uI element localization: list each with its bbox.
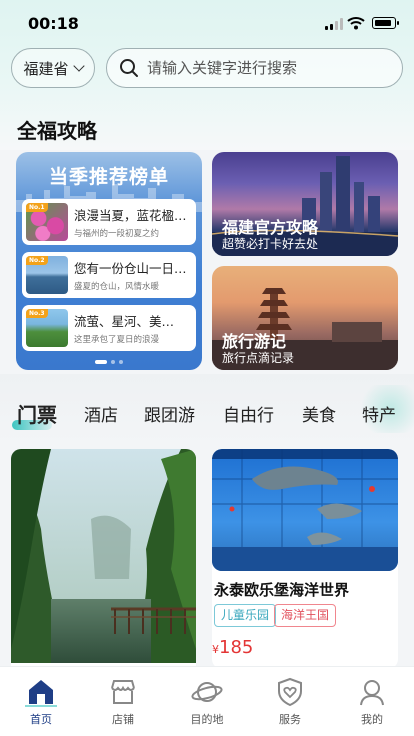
province-label: 福建省 (23, 59, 69, 78)
tab-food[interactable]: 美食 (302, 401, 336, 426)
product-title: 永泰欧乐堡海洋世界 (214, 581, 350, 599)
rank-badge: No.1 (26, 203, 48, 212)
status-time: 00:18 (28, 14, 79, 33)
promo-subtitle: 旅行点滴记录 (222, 351, 295, 365)
store-icon (111, 680, 135, 704)
signal-icon (325, 18, 343, 30)
nav-store[interactable]: 店铺 (93, 676, 153, 727)
product-tag: 儿童乐园 (214, 604, 277, 627)
product-card[interactable] (11, 449, 196, 679)
user-icon (360, 680, 384, 706)
wifi-icon (347, 17, 365, 30)
search-input[interactable] (147, 59, 387, 77)
aquarium-image (212, 449, 398, 571)
ranking-item-subtitle: 这里承包了夏日的浪漫 (74, 335, 160, 345)
canyon-image (11, 449, 196, 663)
rank-badge: No.3 (26, 309, 48, 318)
ranking-thumbnail: No.3 (26, 309, 68, 347)
ranking-item-subtitle: 与福州的一段初夏之约 (74, 229, 160, 239)
price-value: 185 (219, 637, 254, 658)
search-icon (120, 59, 138, 77)
chevron-down-icon (72, 60, 85, 72)
search-bar[interactable] (106, 48, 403, 88)
nav-label: 首页 (30, 713, 52, 726)
nav-label: 目的地 (190, 713, 224, 726)
price-currency: ¥ (212, 643, 219, 656)
ranking-item-2[interactable]: No.2 您有一份仓山一日… 盛夏的仓山，风情水暖 (22, 252, 196, 298)
nav-label: 店铺 (112, 713, 134, 726)
official-guide-card[interactable]: 福建官方攻略 超赞必打卡好去处 (212, 152, 398, 256)
product-tag: 海洋王国 (274, 604, 337, 627)
nav-profile[interactable]: 我的 (342, 676, 402, 727)
nav-service[interactable]: 服务 (260, 676, 320, 727)
status-bar: 00:18 (0, 0, 414, 48)
tab-group-tour[interactable]: 跟团游 (144, 401, 195, 426)
tab-tickets[interactable]: 门票 (17, 399, 57, 428)
ranking-thumbnail: No.1 (26, 203, 68, 241)
ranking-item-title: 流萤、星河、美… (74, 314, 175, 329)
ranking-card[interactable]: 当季推荐榜单 No.1 浪漫当夏，蓝花楹… 与福州的一段初夏之约 No.2 您有… (16, 152, 202, 370)
ranking-thumbnail: No.2 (26, 256, 68, 294)
shield-heart-icon (278, 677, 302, 707)
nav-label: 我的 (361, 713, 383, 726)
product-price: ¥185 (212, 637, 253, 658)
ranking-title: 当季推荐榜单 (48, 166, 169, 188)
ranking-item-1[interactable]: No.1 浪漫当夏，蓝花楹… 与福州的一段初夏之约 (22, 199, 196, 245)
carousel-dots (16, 360, 202, 364)
ranking-item-3[interactable]: No.3 流萤、星河、美… 这里承包了夏日的浪漫 (22, 305, 196, 351)
ranking-item-title: 您有一份仓山一日… (74, 261, 187, 276)
tab-hotel[interactable]: 酒店 (84, 401, 118, 426)
planet-icon (191, 682, 223, 702)
promo-subtitle: 超赞必打卡好去处 (222, 237, 319, 251)
nav-destination[interactable]: 目的地 (177, 676, 237, 727)
home-icon (25, 680, 57, 707)
tab-specialty[interactable]: 特产 (362, 401, 396, 426)
tab-free-travel[interactable]: 自由行 (223, 401, 274, 426)
section-title: 全福攻略 (17, 119, 97, 143)
province-selector[interactable]: 福建省 (11, 48, 95, 88)
travel-notes-card[interactable]: 旅行游记 旅行点滴记录 (212, 266, 398, 370)
category-tabs-bar (0, 374, 414, 444)
rank-badge: No.2 (26, 256, 48, 265)
nav-label: 服务 (279, 713, 301, 726)
nav-home[interactable]: 首页 (11, 676, 71, 727)
product-card[interactable]: 永泰欧乐堡海洋世界 儿童乐园 海洋王国 ¥185 (212, 449, 398, 669)
ranking-item-subtitle: 盛夏的仓山，风情水暖 (74, 282, 160, 292)
ranking-item-title: 浪漫当夏，蓝花楹… (74, 208, 187, 223)
battery-icon (372, 17, 399, 29)
